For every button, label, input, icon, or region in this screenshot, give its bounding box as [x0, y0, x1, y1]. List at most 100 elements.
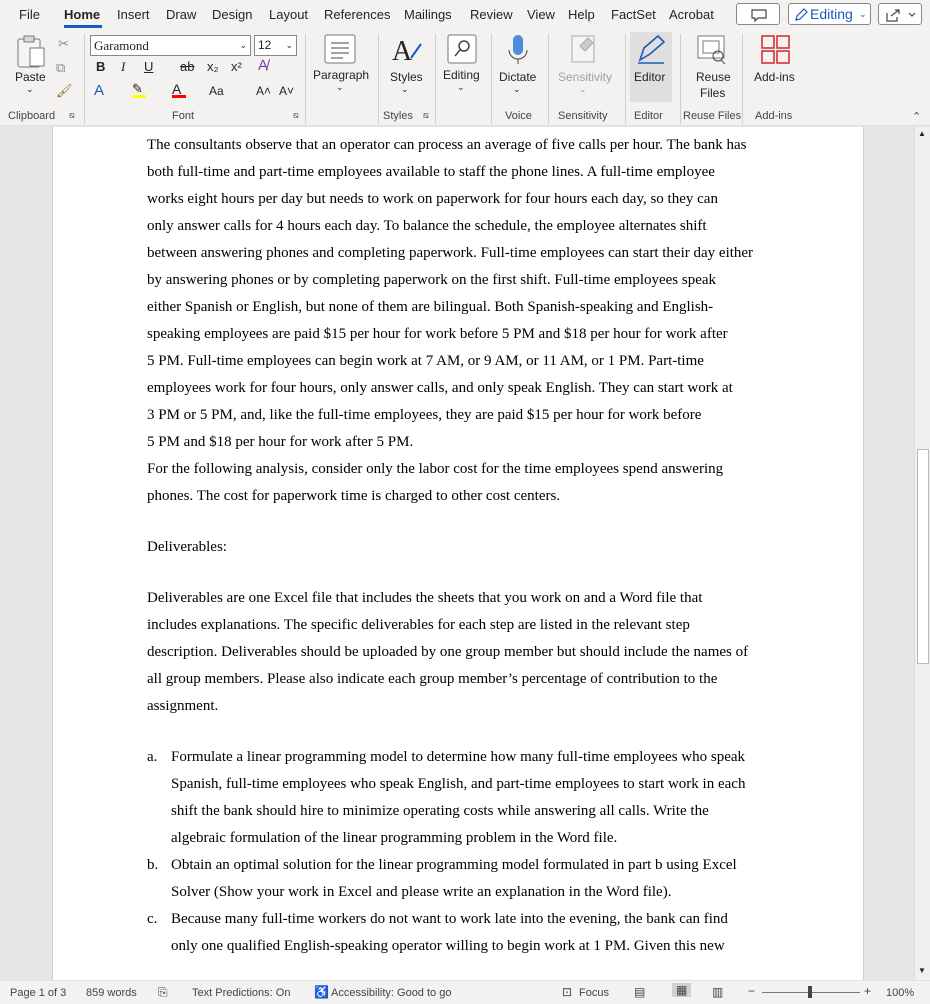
- dictate-label: Dictate: [499, 70, 537, 84]
- list-marker: b.: [147, 857, 159, 873]
- menu-references[interactable]: References: [324, 7, 390, 22]
- paragraph-icon: [324, 34, 356, 64]
- menu-acrobat[interactable]: Acrobat: [669, 7, 714, 22]
- underline-button[interactable]: U: [144, 59, 153, 74]
- menu-home[interactable]: Home: [64, 7, 100, 22]
- font-name-select[interactable]: Garamond ⌄: [90, 35, 251, 56]
- change-case-button[interactable]: Aa: [209, 84, 224, 98]
- word-count[interactable]: 859 words: [86, 987, 137, 999]
- text-line: 5 PM. Full-time employees can begin work…: [147, 353, 704, 369]
- status-bar: Page 1 of 3 859 words ⎘ Text Predictions…: [0, 980, 930, 1004]
- chevron-down-icon: ⌄: [336, 82, 344, 92]
- editor-button[interactable]: Editor: [630, 32, 672, 102]
- grow-font-button[interactable]: A˄: [256, 84, 271, 98]
- clear-formatting-icon[interactable]: A̸: [258, 57, 268, 74]
- proofing-icon[interactable]: ⎘: [158, 985, 168, 1000]
- comments-button[interactable]: [736, 3, 780, 25]
- menu-file[interactable]: File: [19, 7, 40, 22]
- menu-layout[interactable]: Layout: [269, 7, 308, 22]
- group-add-ins: Add-ins: [755, 110, 793, 122]
- zoom-out-icon[interactable]: −: [748, 984, 755, 998]
- zoom-level[interactable]: 100%: [886, 987, 914, 999]
- divider: [548, 34, 549, 124]
- subscript-button[interactable]: x₂: [207, 59, 219, 74]
- add-ins-button[interactable]: Add-ins: [750, 32, 800, 102]
- sensitivity-button[interactable]: Sensitivity ⌄: [554, 32, 616, 102]
- shrink-font-button[interactable]: A˅: [279, 84, 294, 98]
- chevron-down-icon: ⌄: [26, 84, 34, 94]
- focus-icon: ⊡: [562, 985, 573, 999]
- share-button[interactable]: [878, 3, 922, 25]
- dialog-launcher-icon[interactable]: ⧅: [423, 110, 429, 121]
- list-marker: a.: [147, 749, 158, 765]
- dictate-button[interactable]: Dictate ⌄: [497, 32, 541, 102]
- editing-mode-button[interactable]: Editing ⌄: [788, 3, 871, 25]
- chevron-down-icon: ⌄: [401, 84, 409, 94]
- format-painter-icon[interactable]: 🖌: [56, 83, 73, 99]
- menu-review[interactable]: Review: [470, 7, 513, 22]
- chevron-down-icon: ⌄: [285, 40, 293, 50]
- zoom-slider-thumb[interactable]: [808, 986, 812, 998]
- scroll-up-icon[interactable]: ▲: [918, 129, 926, 138]
- divider: [742, 34, 743, 124]
- group-reuse-files: Reuse Files: [683, 110, 742, 122]
- document-canvas: The consultants observe that an operator…: [0, 127, 914, 980]
- editor-label: Editor: [634, 70, 666, 84]
- copy-icon[interactable]: ⧉: [56, 60, 65, 76]
- font-color-icon[interactable]: A: [172, 81, 186, 98]
- divider: [378, 34, 379, 124]
- reuse-files-button[interactable]: Reuse Files: [688, 32, 736, 104]
- page-count[interactable]: Page 1 of 3: [10, 987, 66, 999]
- text-line: Obtain an optimal solution for the linea…: [171, 857, 737, 873]
- focus-mode-button[interactable]: Focus: [579, 987, 609, 999]
- dialog-launcher-icon[interactable]: ⧅: [293, 110, 299, 121]
- group-editor: Editor: [634, 110, 663, 122]
- styles-button[interactable]: A Styles ⌄: [385, 32, 429, 102]
- reuse-label: Reuse: [696, 70, 731, 84]
- editing-button[interactable]: Editing ⌄: [440, 32, 484, 102]
- cut-icon[interactable]: ✂: [58, 36, 69, 52]
- accessibility-status[interactable]: Accessibility: Good to go: [331, 987, 451, 999]
- superscript-button[interactable]: x²: [231, 59, 242, 74]
- group-clipboard: Clipboard: [8, 110, 56, 122]
- print-layout-icon[interactable]: ▦: [672, 983, 692, 997]
- text-line: assignment.: [147, 698, 219, 714]
- font-size-select[interactable]: 12 ⌄: [254, 35, 297, 56]
- text-line: Formulate a linear programming model to …: [171, 749, 746, 765]
- comment-icon: [751, 9, 767, 23]
- paragraph-button[interactable]: Paragraph ⌄: [311, 32, 371, 102]
- scroll-down-icon[interactable]: ▼: [918, 966, 926, 975]
- text-line: 3 PM or 5 PM, and, like the full-time em…: [147, 407, 702, 423]
- group-font: Font: [172, 110, 195, 122]
- text-predictions[interactable]: Text Predictions: On: [192, 987, 290, 999]
- menu-draw[interactable]: Draw: [166, 7, 196, 22]
- dialog-launcher-icon[interactable]: ⧅: [69, 110, 75, 121]
- web-layout-icon[interactable]: ▥: [712, 985, 723, 999]
- document-page[interactable]: The consultants observe that an operator…: [52, 127, 864, 980]
- menu-factset[interactable]: FactSet: [611, 7, 656, 22]
- menu-view[interactable]: View: [527, 7, 555, 22]
- text-line: only answer calls for 4 hours each day. …: [147, 218, 707, 234]
- text-effects-icon[interactable]: A: [94, 82, 104, 99]
- menu-mailings[interactable]: Mailings: [404, 7, 452, 22]
- zoom-in-icon[interactable]: +: [864, 984, 871, 998]
- scrollbar-thumb[interactable]: [917, 449, 929, 664]
- document-body[interactable]: The consultants observe that an operator…: [147, 127, 782, 955]
- collapse-ribbon-icon[interactable]: ⌃: [912, 110, 921, 123]
- list-item-c: c. Because many full-time workers do not…: [147, 901, 782, 955]
- menu-help[interactable]: Help: [568, 7, 595, 22]
- menu-insert[interactable]: Insert: [117, 7, 150, 22]
- highlight-icon[interactable]: ✎: [132, 81, 146, 98]
- vertical-scrollbar[interactable]: ▲ ▼: [914, 127, 930, 980]
- editing-mode-label: Editing: [810, 6, 853, 22]
- zoom-slider[interactable]: [762, 986, 860, 998]
- read-mode-icon[interactable]: ▤: [634, 985, 645, 999]
- strikethrough-button[interactable]: ab: [180, 59, 194, 74]
- text-line: For the following analysis, consider onl…: [147, 461, 724, 477]
- divider: [680, 34, 681, 124]
- paste-button[interactable]: Paste ⌄: [10, 34, 52, 98]
- italic-button[interactable]: I: [121, 59, 125, 75]
- deliverables-heading: Deliverables:: [147, 539, 227, 555]
- menu-design[interactable]: Design: [212, 7, 252, 22]
- bold-button[interactable]: B: [96, 59, 105, 74]
